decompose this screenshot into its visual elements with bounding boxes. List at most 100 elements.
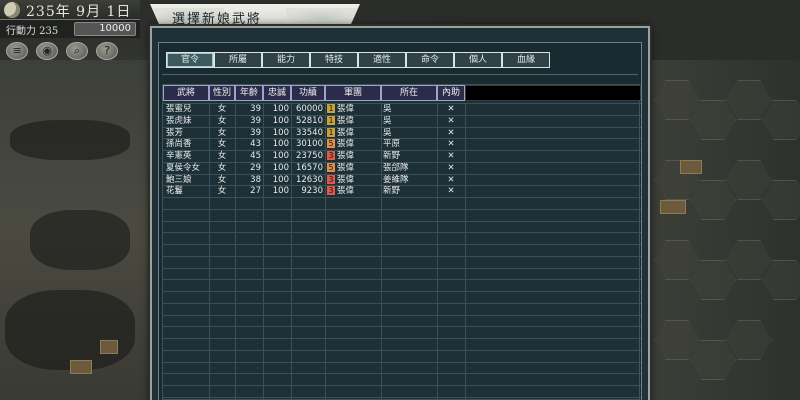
officer-merit: 33540 [295, 127, 323, 138]
gold-value: 10000 [99, 23, 131, 34]
grid-row-line [163, 244, 641, 245]
officer-age: 45 [250, 151, 261, 161]
date-bar: 235年 9月 1日 [0, 0, 140, 20]
legion-number-badge: 3 [327, 186, 335, 196]
game-screen: 235年 9月 1日 行動力 235 10000 ≡ ◉ ⌕ ? 選擇新娘武將 … [0, 0, 800, 400]
officer-legion: 3 張偉 [327, 174, 379, 186]
grid-row-line [163, 349, 641, 351]
officer-sex: 女 [217, 115, 227, 126]
grid-row-line [163, 338, 641, 339]
legion-name: 張偉 [337, 127, 355, 138]
map-left[interactable] [0, 60, 150, 400]
header-officer[interactable]: 武將 [163, 85, 209, 101]
officer-age: 39 [250, 104, 261, 114]
legion-number-badge: 5 [327, 139, 335, 149]
officer-name: 花鬘 [166, 186, 184, 197]
legion-name: 張偉 [337, 115, 355, 126]
header-age[interactable]: 年齡 [235, 85, 263, 101]
officer-location: 張郃隊 [383, 162, 409, 173]
grid-row-line [163, 232, 641, 234]
tab-ability[interactable]: 能力 [262, 52, 310, 68]
header-legion[interactable]: 軍團 [325, 85, 381, 101]
officer-location: 吳 [383, 127, 392, 138]
officer-name: 張虎妹 [166, 115, 192, 126]
officer-sex: 女 [217, 139, 227, 150]
tab-affiliation[interactable]: 所屬 [214, 52, 262, 68]
tab-personal[interactable]: 個人 [454, 52, 502, 68]
officer-name: 鮑三娘 [166, 174, 192, 185]
officer-merit: 52810 [295, 115, 323, 126]
officer-table: 武將 性別 年齡 忠誠 功績 軍團 所在 內助 張蜜兒女 39 100 60000 1 張… [162, 84, 641, 400]
officer-legion: 3 張偉 [327, 186, 379, 197]
tab-divider [162, 74, 638, 75]
legion-name: 張偉 [337, 151, 355, 161]
officer-sex: 女 [217, 127, 227, 138]
officer-merit: 60000 [295, 104, 323, 114]
officer-age: 39 [250, 115, 261, 126]
officer-sex: 女 [217, 104, 227, 114]
officer-name: 孫尚香 [166, 139, 192, 150]
select-bride-dialog: 官令 所屬 能力 特技 適性 命令 個人 血緣 武將 性別 年齡 忠誠 功績 軍… [150, 26, 650, 400]
officer-aid-mark: ✕ [447, 162, 455, 173]
grid-row-line [163, 326, 641, 328]
officer-merit: 12630 [295, 174, 323, 185]
officer-aid-mark: ✕ [447, 139, 455, 150]
status-bar: 行動力 235 10000 [0, 20, 140, 38]
map-right[interactable] [650, 60, 800, 400]
officer-aid-mark: ✕ [447, 186, 455, 197]
tab-aptitude[interactable]: 適性 [358, 52, 406, 68]
officer-loyalty: 100 [272, 104, 289, 114]
dialog-title: 選擇新娘武將 [172, 12, 263, 27]
officer-sex: 女 [217, 162, 227, 173]
officer-sex: 女 [217, 186, 227, 197]
officer-location: 吳 [383, 104, 392, 114]
legion-name: 張偉 [337, 186, 355, 197]
header-location[interactable]: 所在 [381, 85, 437, 101]
officer-merit: 16570 [295, 162, 323, 173]
header-sex[interactable]: 性別 [209, 85, 235, 101]
officer-age: 43 [250, 139, 261, 150]
officer-location: 平原 [383, 139, 401, 150]
tab-lineage[interactable]: 血緣 [502, 52, 550, 68]
hud-buttons: ≡ ◉ ⌕ ? [0, 40, 140, 62]
search-button[interactable]: ⌕ [66, 42, 88, 60]
grid-row-line [163, 373, 641, 375]
officer-aid-mark: ✕ [447, 127, 455, 138]
officer-name: 張芳 [166, 127, 184, 138]
grid-row-line [163, 255, 641, 257]
grid-row-line [163, 385, 641, 386]
menu-button[interactable]: ≡ [6, 42, 28, 60]
legion-name: 張偉 [337, 104, 355, 114]
officer-age: 27 [250, 186, 261, 197]
grid-row-line [163, 291, 641, 292]
officer-merit: 30100 [295, 139, 323, 150]
officer-location: 吳 [383, 115, 392, 126]
tab-command[interactable]: 官令 [166, 52, 214, 68]
officer-location: 新野 [383, 151, 401, 161]
officer-age: 38 [250, 174, 261, 185]
officer-loyalty: 100 [272, 151, 289, 161]
officer-location: 新野 [383, 186, 401, 197]
officer-location: 姜維隊 [383, 174, 409, 185]
grid-column-line [465, 103, 466, 399]
current-date: 235年 9月 1日 [26, 4, 132, 20]
legion-number-badge: 5 [327, 162, 335, 172]
help-button[interactable]: ? [96, 42, 118, 60]
grid-row-line [163, 279, 641, 281]
header-aid[interactable]: 內助 [437, 85, 465, 101]
tab-order[interactable]: 命令 [406, 52, 454, 68]
header-merit[interactable]: 功績 [291, 85, 325, 101]
legion-name: 張偉 [337, 139, 355, 150]
grid-row-line [163, 267, 641, 269]
officer-loyalty: 100 [272, 162, 289, 173]
header-loyalty[interactable]: 忠誠 [263, 85, 291, 101]
grid-row-line [163, 361, 641, 363]
officer-loyalty: 100 [272, 139, 289, 150]
officer-age: 29 [250, 162, 261, 173]
officer-loyalty: 100 [272, 115, 289, 126]
tab-skill[interactable]: 特技 [310, 52, 358, 68]
officer-sex: 女 [217, 174, 227, 185]
officer-aid-mark: ✕ [447, 115, 455, 126]
info-button[interactable]: ◉ [36, 42, 58, 60]
officer-loyalty: 100 [272, 127, 289, 138]
